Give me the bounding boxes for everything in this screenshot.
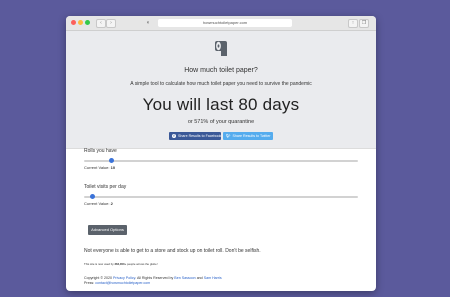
press-line: Press: contact@howmuchtoiletpaper.com: [84, 281, 222, 286]
rolls-slider[interactable]: [84, 158, 358, 164]
copyright-text: Copyright © 2020: [84, 276, 113, 280]
address-bar[interactable]: howmuchtoiletpaper.com: [158, 19, 292, 27]
visits-current-label: Current Value:: [84, 201, 110, 206]
twitter-icon: 🐦︎: [226, 133, 231, 138]
close-window-button[interactable]: [71, 20, 76, 25]
rolls-slider-thumb[interactable]: [108, 158, 114, 163]
controls-section: Rolls you have Current Value: 10 Toilet …: [84, 148, 358, 206]
rolls-value: 10: [110, 165, 116, 170]
minimize-window-button[interactable]: [78, 20, 83, 25]
usage-suffix: people across the globe!: [127, 262, 158, 266]
visits-slider-thumb[interactable]: [89, 194, 95, 199]
pct-value: 571%: [194, 119, 209, 125]
press-email-link[interactable]: contact@howmuchtoiletpaper.com: [95, 281, 150, 285]
rolls-current-value: Current Value: 10: [84, 165, 358, 170]
back-button[interactable]: ‹: [96, 19, 106, 28]
share-twitter-label: Share Results to Twitter: [232, 134, 271, 138]
usage-prefix: This site is now used by: [84, 262, 114, 266]
visits-slider-track[interactable]: [84, 196, 358, 198]
facebook-icon: f: [172, 133, 176, 138]
maximize-window-button[interactable]: [85, 20, 90, 25]
share-facebook-label: Share Results to Facebook: [178, 134, 222, 138]
visits-label: Toilet visits per day: [84, 184, 127, 190]
result-prefix: You will last: [142, 95, 234, 114]
result-days: 80: [238, 95, 258, 114]
usage-count: 384,000+: [114, 262, 127, 266]
visits-value: 2: [110, 201, 113, 206]
advanced-options-button[interactable]: Advanced Options: [88, 225, 127, 235]
page-title: How much toilet paper?: [184, 67, 258, 74]
quarantine-percentage: or 571% of your quarantine: [66, 119, 376, 125]
press-label: Press:: [84, 281, 95, 285]
visits-current-value: Current Value: 2: [84, 201, 358, 206]
toilet-paper-icon: [215, 41, 227, 56]
forward-button[interactable]: ›: [106, 19, 116, 28]
warning-note: Not everyone is able to get to a store a…: [84, 248, 261, 254]
and-text: and: [196, 276, 203, 280]
shield-icon[interactable]: ◖: [146, 19, 150, 27]
browser-toolbar: ‹ › ◖ howmuchtoiletpaper.com ↑ ❐: [66, 16, 376, 31]
footer: Copyright © 2020 Privacy Policy. All Rig…: [84, 276, 222, 286]
author-link-ben[interactable]: Ben Sassoon: [174, 276, 195, 280]
rights-text: . All Rights Reserved by: [135, 276, 174, 280]
browser-window: ‹ › ◖ howmuchtoiletpaper.com ↑ ❐ How muc…: [66, 16, 376, 291]
tabs-icon[interactable]: ❐: [359, 19, 369, 28]
share-facebook-button[interactable]: f Share Results to Facebook: [169, 132, 221, 140]
share-twitter-button[interactable]: 🐦︎ Share Results to Twitter: [223, 132, 273, 140]
visits-slider[interactable]: [84, 194, 358, 200]
author-link-sam[interactable]: Sam Harris: [204, 276, 222, 280]
usage-note: This site is now used by 384,000+ people…: [84, 262, 158, 266]
pct-prefix: or: [187, 119, 193, 125]
rolls-label: Rolls you have: [84, 148, 117, 154]
rolls-slider-track[interactable]: [84, 160, 358, 162]
share-icon[interactable]: ↑: [348, 19, 358, 28]
result-headline: You will last 80 days: [66, 94, 376, 116]
privacy-policy-link[interactable]: Privacy Policy: [113, 276, 135, 280]
pct-suffix: of your quarantine: [209, 119, 255, 125]
page-subtitle: A simple tool to calculate how much toil…: [130, 81, 312, 87]
hero-section: How much toilet paper? A simple tool to …: [66, 31, 376, 149]
rolls-current-label: Current Value:: [84, 165, 110, 170]
result-suffix: days: [262, 95, 300, 114]
